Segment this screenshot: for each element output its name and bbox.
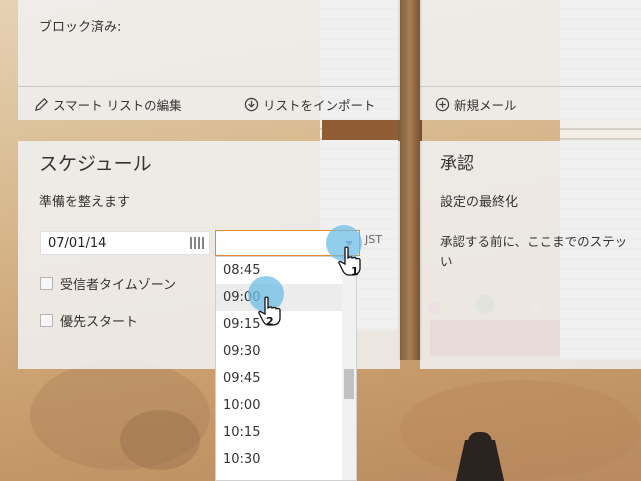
smart-list-toolbar: スマート リストの編集 リストをインポート <box>18 86 400 121</box>
schedule-subtitle: 準備を整えます <box>39 195 131 210</box>
time-option[interactable]: 10:30 <box>216 446 356 473</box>
recipient-timezone-label: 受信者タイムゾーン <box>60 278 177 293</box>
wall-stain <box>120 410 200 470</box>
new-email-label: 新規メール <box>454 97 517 113</box>
approval-subtitle: 設定の最終化 <box>440 195 519 210</box>
dropdown-scrollbar[interactable] <box>342 257 356 480</box>
time-option[interactable]: 10:45 <box>216 473 356 480</box>
recipient-timezone-option[interactable]: 受信者タイムゾーン <box>40 274 176 293</box>
blocked-label: ブロック済み: <box>39 20 122 35</box>
date-value: 07/01/14 <box>48 235 107 251</box>
email-toolbar: 新規メール <box>420 86 641 121</box>
scrollbar-thumb[interactable] <box>344 369 354 399</box>
timezone-label: JST <box>365 233 382 246</box>
import-list-button[interactable]: リストをインポート <box>244 95 376 114</box>
approval-description: 承認する前に、ここまでのステッ <box>440 234 628 249</box>
import-list-label: リストをインポート <box>263 97 376 113</box>
new-email-button[interactable]: 新規メール <box>435 95 517 114</box>
time-option[interactable]: 09:45 <box>216 365 356 392</box>
edit-smart-list-button[interactable]: スマート リストの編集 <box>34 95 182 114</box>
priority-start-option[interactable]: 優先スタート <box>40 311 138 330</box>
approval-description-cont: い <box>440 254 453 269</box>
date-input[interactable]: 07/01/14 <box>40 231 210 255</box>
time-option[interactable]: 08:45 <box>216 257 356 284</box>
calendar-icon[interactable] <box>190 237 204 249</box>
priority-start-checkbox[interactable] <box>40 314 53 327</box>
plus-circle-icon <box>435 97 450 111</box>
priority-start-label: 優先スタート <box>60 315 139 330</box>
time-option[interactable]: 10:00 <box>216 392 356 419</box>
step-2-number: 2 <box>266 315 274 328</box>
email-panel: 新規メール <box>420 0 641 120</box>
time-option[interactable]: 09:15 <box>216 311 356 338</box>
wall-stain <box>400 380 640 480</box>
time-option-hovered[interactable]: 09:00 <box>216 284 356 311</box>
schedule-title: スケジュール <box>39 153 152 175</box>
pencil-icon <box>34 97 49 111</box>
step-1-number: 1 <box>351 265 359 278</box>
import-icon <box>244 97 259 111</box>
edit-smart-list-label: スマート リストの編集 <box>53 97 182 113</box>
smart-list-panel: ブロック済み: スマート リストの編集 リストをインポート <box>18 0 400 120</box>
time-option[interactable]: 09:30 <box>216 338 356 365</box>
wood-sill <box>322 120 402 140</box>
time-dropdown-list[interactable]: 08:45 09:00 09:15 09:30 09:45 10:00 10:1… <box>215 256 357 481</box>
approval-panel: 承認 設定の最終化 承認する前に、ここまでのステッ い <box>420 141 641 369</box>
approval-title: 承認 <box>440 154 474 174</box>
recipient-timezone-checkbox[interactable] <box>40 277 53 290</box>
time-option[interactable]: 10:15 <box>216 419 356 446</box>
